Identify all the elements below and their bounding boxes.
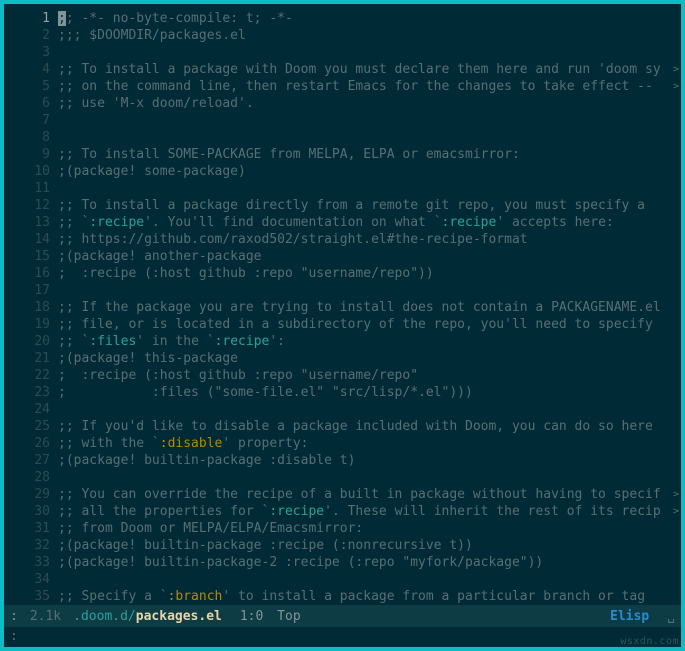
- line-number: 32: [4, 537, 50, 554]
- line-number: 17: [4, 282, 50, 299]
- code-line[interactable]: ;; file, or is located in a subdirectory…: [58, 316, 681, 333]
- truncate-icon: >: [673, 486, 679, 503]
- line-number: 6: [4, 95, 50, 112]
- line-number: 34: [4, 571, 50, 588]
- line-number: 13: [4, 214, 50, 231]
- code-line[interactable]: ; :files ("some-file.el" "src/lisp/*.el"…: [58, 384, 681, 401]
- truncate-icon: >: [673, 503, 679, 520]
- code-line[interactable]: [58, 401, 681, 418]
- line-number: 31: [4, 520, 50, 537]
- truncate-icon: >: [673, 61, 679, 78]
- modeline: : 2.1k .doom.d/packages.el 1:0 Top Elisp…: [4, 605, 681, 627]
- buffer-path: .doom.d/packages.el: [73, 609, 222, 624]
- code-line[interactable]: [58, 469, 681, 486]
- line-number: 29: [4, 486, 50, 503]
- code-line[interactable]: ;; all the properties for `:recipe'. The…: [58, 503, 681, 520]
- code-line[interactable]: ; :recipe (:host github :repo "username/…: [58, 265, 681, 282]
- code-line[interactable]: ;; To install SOME-PACKAGE from MELPA, E…: [58, 146, 681, 163]
- line-number: 9: [4, 146, 50, 163]
- line-number: 12: [4, 197, 50, 214]
- line-number: 16: [4, 265, 50, 282]
- code-line[interactable]: ;; use 'M-x doom/reload'.: [58, 95, 681, 112]
- code-line[interactable]: ;; on the command line, then restart Ema…: [58, 78, 681, 95]
- line-number: 5: [4, 78, 50, 95]
- major-mode: Elisp: [610, 609, 649, 624]
- modeline-prefix: :: [10, 609, 18, 624]
- code-line[interactable]: ;;; $DOOMDIR/packages.el: [58, 27, 681, 44]
- line-number: 8: [4, 129, 50, 146]
- code-line[interactable]: ;; If the package you are trying to inst…: [58, 299, 681, 316]
- code-line[interactable]: ;; https://github.com/raxod502/straight.…: [58, 231, 681, 248]
- line-number: 20: [4, 333, 50, 350]
- code-line[interactable]: ;; `:recipe'. You'll find documentation …: [58, 214, 681, 231]
- echo-area: :: [4, 627, 681, 647]
- line-number: 3: [4, 44, 50, 61]
- code-editor[interactable]: 1234567891011121314151617181920212223242…: [4, 4, 681, 605]
- cursor-position: 1:0 Top: [240, 609, 301, 624]
- code-line[interactable]: [58, 180, 681, 197]
- line-number: 14: [4, 231, 50, 248]
- line-number: 2: [4, 27, 50, 44]
- line-number: 11: [4, 180, 50, 197]
- line-number: 1: [4, 10, 50, 27]
- code-line[interactable]: ;(package! builtin-package :disable t): [58, 452, 681, 469]
- code-line[interactable]: ;; from Doom or MELPA/ELPA/Emacsmirror:: [58, 520, 681, 537]
- line-number: 24: [4, 401, 50, 418]
- code-line[interactable]: ;(package! builtin-package :recipe (:non…: [58, 537, 681, 554]
- line-number: 19: [4, 316, 50, 333]
- code-line[interactable]: [58, 571, 681, 588]
- line-number: 22: [4, 367, 50, 384]
- line-number: 10: [4, 163, 50, 180]
- code-line[interactable]: [58, 112, 681, 129]
- watermark: wsxdn.com: [620, 636, 679, 647]
- code-line[interactable]: ;(package! some-package): [58, 163, 681, 180]
- code-line[interactable]: [58, 129, 681, 146]
- code-line[interactable]: ;(package! another-package: [58, 248, 681, 265]
- line-number: 33: [4, 554, 50, 571]
- line-number: 21: [4, 350, 50, 367]
- line-number-gutter: 1234567891011121314151617181920212223242…: [4, 4, 58, 605]
- code-line[interactable]: ;; To install a package directly from a …: [58, 197, 681, 214]
- code-line[interactable]: ;; If you'd like to disable a package in…: [58, 418, 681, 435]
- code-line[interactable]: [58, 44, 681, 61]
- code-line[interactable]: ;(package! this-package: [58, 350, 681, 367]
- truncate-icon: >: [673, 78, 679, 95]
- code-line[interactable]: ;(package! builtin-package-2 :recipe (:r…: [58, 554, 681, 571]
- line-number: 30: [4, 503, 50, 520]
- code-area[interactable]: ;; -*- no-byte-compile: t; -*-;;; $DOOMD…: [58, 4, 681, 605]
- code-line[interactable]: ;; -*- no-byte-compile: t; -*-: [58, 10, 681, 27]
- line-number: 18: [4, 299, 50, 316]
- encoding-indicator: ␣: [667, 609, 675, 624]
- code-line[interactable]: ;; You can override the recipe of a buil…: [58, 486, 681, 503]
- code-line[interactable]: ;; with the `:disable' property:: [58, 435, 681, 452]
- line-number: 27: [4, 452, 50, 469]
- buffer-size: 2.1k: [30, 609, 61, 624]
- line-number: 25: [4, 418, 50, 435]
- code-line[interactable]: ;; Specify a `:branch' to install a pack…: [58, 588, 681, 605]
- line-number: 15: [4, 248, 50, 265]
- line-number: 7: [4, 112, 50, 129]
- code-line[interactable]: ; :recipe (:host github :repo "username/…: [58, 367, 681, 384]
- line-number: 23: [4, 384, 50, 401]
- line-number: 26: [4, 435, 50, 452]
- line-number: 35: [4, 588, 50, 605]
- line-number: 28: [4, 469, 50, 486]
- code-line[interactable]: ;; To install a package with Doom you mu…: [58, 61, 681, 78]
- line-number: 4: [4, 61, 50, 78]
- code-line[interactable]: [58, 282, 681, 299]
- editor-frame: 1234567891011121314151617181920212223242…: [0, 0, 685, 651]
- code-line[interactable]: ;; `:files' in the `:recipe':: [58, 333, 681, 350]
